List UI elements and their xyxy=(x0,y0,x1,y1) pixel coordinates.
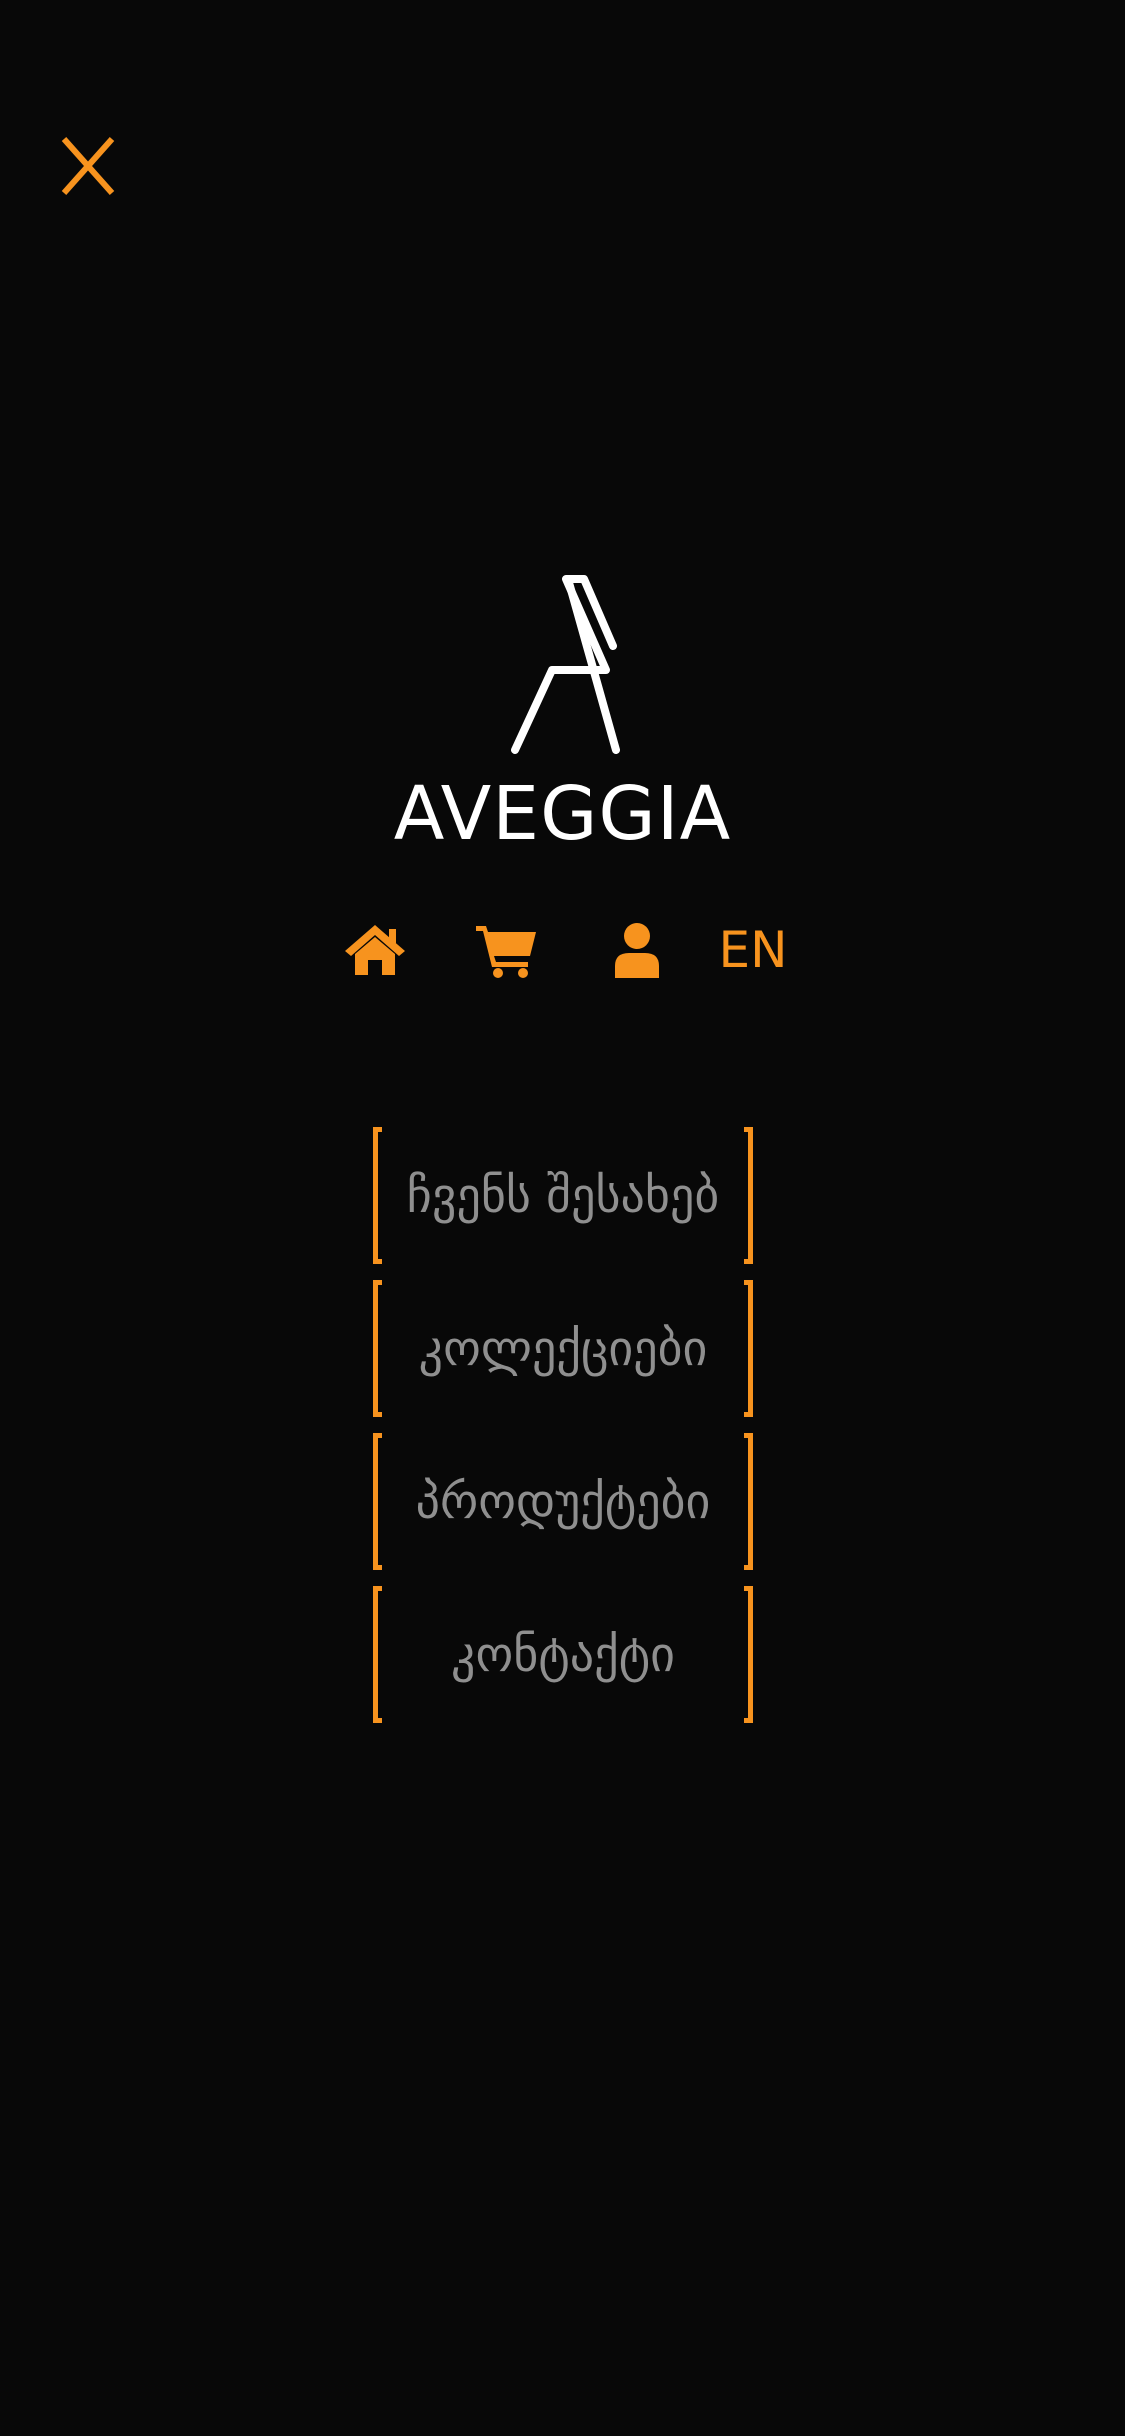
close-button[interactable] xyxy=(58,133,118,199)
menu-item-contact[interactable]: კონტაქტი xyxy=(373,1586,753,1729)
cart-button[interactable] xyxy=(473,918,539,982)
home-button[interactable] xyxy=(342,918,408,982)
user-icon xyxy=(615,923,659,978)
cart-icon xyxy=(476,926,536,978)
home-icon xyxy=(345,925,405,975)
main-menu: ჩვენს შესახებ კოლექციები პროდუქტები კონტ… xyxy=(373,1127,753,1739)
account-button[interactable] xyxy=(610,918,664,982)
menu-item-label: კოლექციები xyxy=(418,1320,708,1377)
menu-item-label: კონტაქტი xyxy=(451,1626,675,1683)
brand-name: AVEGGIA xyxy=(393,771,732,857)
menu-item-about[interactable]: ჩვენს შესახებ xyxy=(373,1127,753,1270)
menu-item-collections[interactable]: კოლექციები xyxy=(373,1280,753,1423)
language-switch[interactable]: EN xyxy=(719,918,788,982)
close-icon xyxy=(61,137,115,195)
brand-logo[interactable] xyxy=(0,574,1125,754)
menu-item-label: პროდუქტები xyxy=(415,1473,711,1530)
menu-item-products[interactable]: პროდუქტები xyxy=(373,1433,753,1576)
menu-item-label: ჩვენს შესახებ xyxy=(406,1167,720,1224)
chair-logo-icon xyxy=(510,575,620,754)
quick-actions: EN xyxy=(0,918,1125,982)
